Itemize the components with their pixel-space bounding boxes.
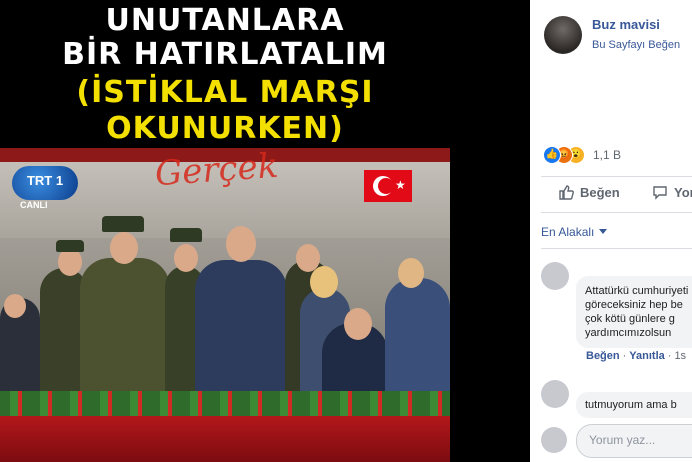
figure-right-group	[385, 278, 450, 396]
crescent-cutout	[378, 178, 394, 194]
comments-panel: Buz mavisi Bu Sayfayı Beğen 👍 😡 😮 1,1 B …	[530, 0, 692, 462]
comment-line: çok kötü günlere g	[585, 313, 675, 325]
figure-officer-2-head	[58, 248, 82, 276]
flower-railing	[0, 391, 450, 419]
photo-letterbox	[450, 0, 530, 462]
page-name-link[interactable]: Buz mavisi	[592, 17, 660, 32]
figure-president	[195, 260, 287, 396]
comment-like-link[interactable]: Beğen	[586, 350, 620, 362]
red-drape	[0, 416, 450, 462]
like-button[interactable]: Beğen	[558, 184, 620, 200]
like-page-link[interactable]: Bu Sayfayı Beğen	[592, 39, 680, 51]
like-reaction-icon: 👍	[543, 146, 561, 164]
divider-mid	[541, 212, 692, 213]
figure-general	[80, 258, 170, 398]
figure-officer-2-cap	[56, 240, 84, 252]
thumbs-up-icon	[559, 185, 574, 200]
figure-woman-blonde-head	[310, 266, 338, 298]
comment-button[interactable]: Yorum Yap	[652, 184, 692, 200]
sort-label: En Alakalı	[541, 225, 595, 239]
tv-logo-text: TRT 1	[26, 173, 64, 188]
comment-button-label: Yorum Yap	[674, 185, 692, 200]
composer-avatar	[541, 427, 567, 453]
tv-live-label: CANLI	[20, 200, 48, 210]
commenter-avatar[interactable]	[541, 380, 569, 408]
tv-channel-logo: TRT 1	[12, 166, 78, 200]
figure-general-head	[110, 232, 138, 264]
figure-right-group-head	[398, 258, 424, 288]
figure-officer-3-head	[174, 244, 198, 272]
comment-line: Attatürkü cumhuriyeti	[585, 285, 689, 297]
reaction-count[interactable]: 1,1 B	[593, 148, 621, 162]
headline-line-4: OKUNURKEN)	[106, 111, 344, 146]
headline-line-3: (İSTİKLAL MARŞI	[76, 75, 374, 110]
comment-sort-dropdown[interactable]: En Alakalı	[541, 225, 608, 239]
comment-line: tutmuyorum ama b	[585, 399, 677, 411]
figure-president-head	[226, 226, 256, 262]
divider-bottom	[541, 248, 692, 249]
star-shape: ★	[395, 178, 406, 192]
comment-reply-link[interactable]: Yanıtla	[629, 350, 664, 362]
comment-bubble-icon	[653, 186, 667, 200]
comment-actions: Beğen · Yanıtla · 1s	[586, 350, 686, 362]
like-button-label: Beğen	[580, 185, 620, 200]
headline-line-1: UNUTANLARA	[105, 3, 345, 38]
comment-line: göreceksiniz hep be	[585, 299, 683, 311]
commenter-avatar[interactable]	[541, 262, 569, 290]
comment-input[interactable]	[589, 433, 692, 447]
comment-timestamp[interactable]: 1s	[674, 350, 686, 362]
ceremony-scene: TRT 1 CANLI Gerçek ★	[0, 148, 450, 462]
figure-general-cap	[102, 216, 144, 232]
divider-top	[541, 176, 692, 177]
page-avatar[interactable]	[544, 16, 582, 54]
comment-bubble: Attatürkü cumhuriyeti göreceksiniz hep b…	[576, 276, 692, 348]
figure-prime-minister-head	[344, 308, 372, 340]
comment-line: yardımcımızolsun	[585, 327, 672, 339]
meme-headline: UNUTANLARA BİR HATIRLATALIM (İSTİKLAL MA…	[0, 0, 450, 150]
figure-left-officer-head	[4, 294, 26, 318]
comment-composer[interactable]	[576, 424, 692, 458]
figure-officer-3-cap	[170, 228, 202, 242]
separator-dot: ·	[667, 350, 672, 362]
separator-dot: ·	[622, 350, 627, 362]
comment-bubble: tutmuyorum ama b	[576, 392, 692, 418]
chevron-down-icon	[599, 229, 608, 234]
headline-line-2: BİR HATIRLATALIM	[62, 37, 388, 72]
turkish-flag-icon: ★	[364, 170, 412, 202]
post-photo[interactable]: UNUTANLARA BİR HATIRLATALIM (İSTİKLAL MA…	[0, 0, 530, 462]
